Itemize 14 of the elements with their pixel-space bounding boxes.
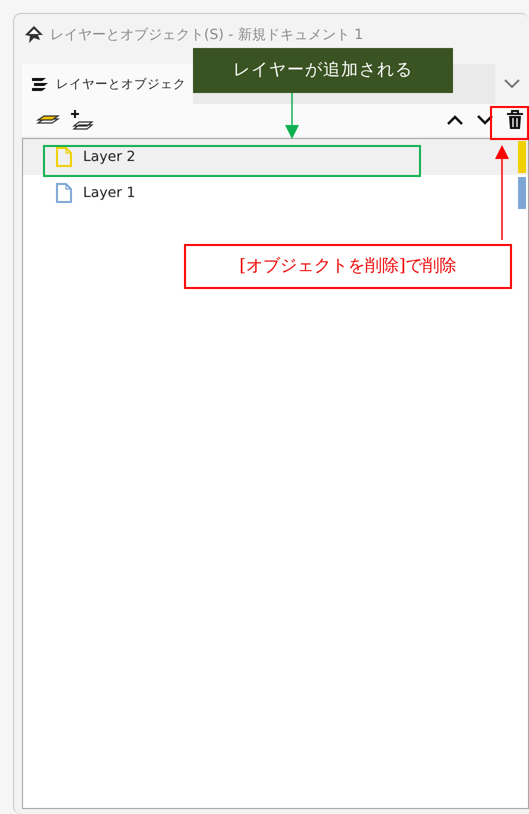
window-title: レイヤーとオブジェクト(S) - 新規ドキュメント 1 [50,26,364,44]
layer-row[interactable]: Layer 2 [23,139,528,175]
document-icon [55,147,73,167]
document-icon [55,183,73,203]
app-logo-icon [24,25,44,45]
chevron-down-icon [502,78,522,90]
highlight-frame [490,106,529,140]
layers-icon [30,76,50,92]
layer-row[interactable]: Layer 1 [23,175,528,211]
annotation-note: [オブジェクトを削除]で削除 [184,244,512,289]
tab[interactable]: レイヤーとオブジェク [22,64,193,104]
add-sublayer-button[interactable] [68,109,96,131]
arrow [285,93,299,139]
callout-tooltip: レイヤーが追加される [193,48,453,93]
